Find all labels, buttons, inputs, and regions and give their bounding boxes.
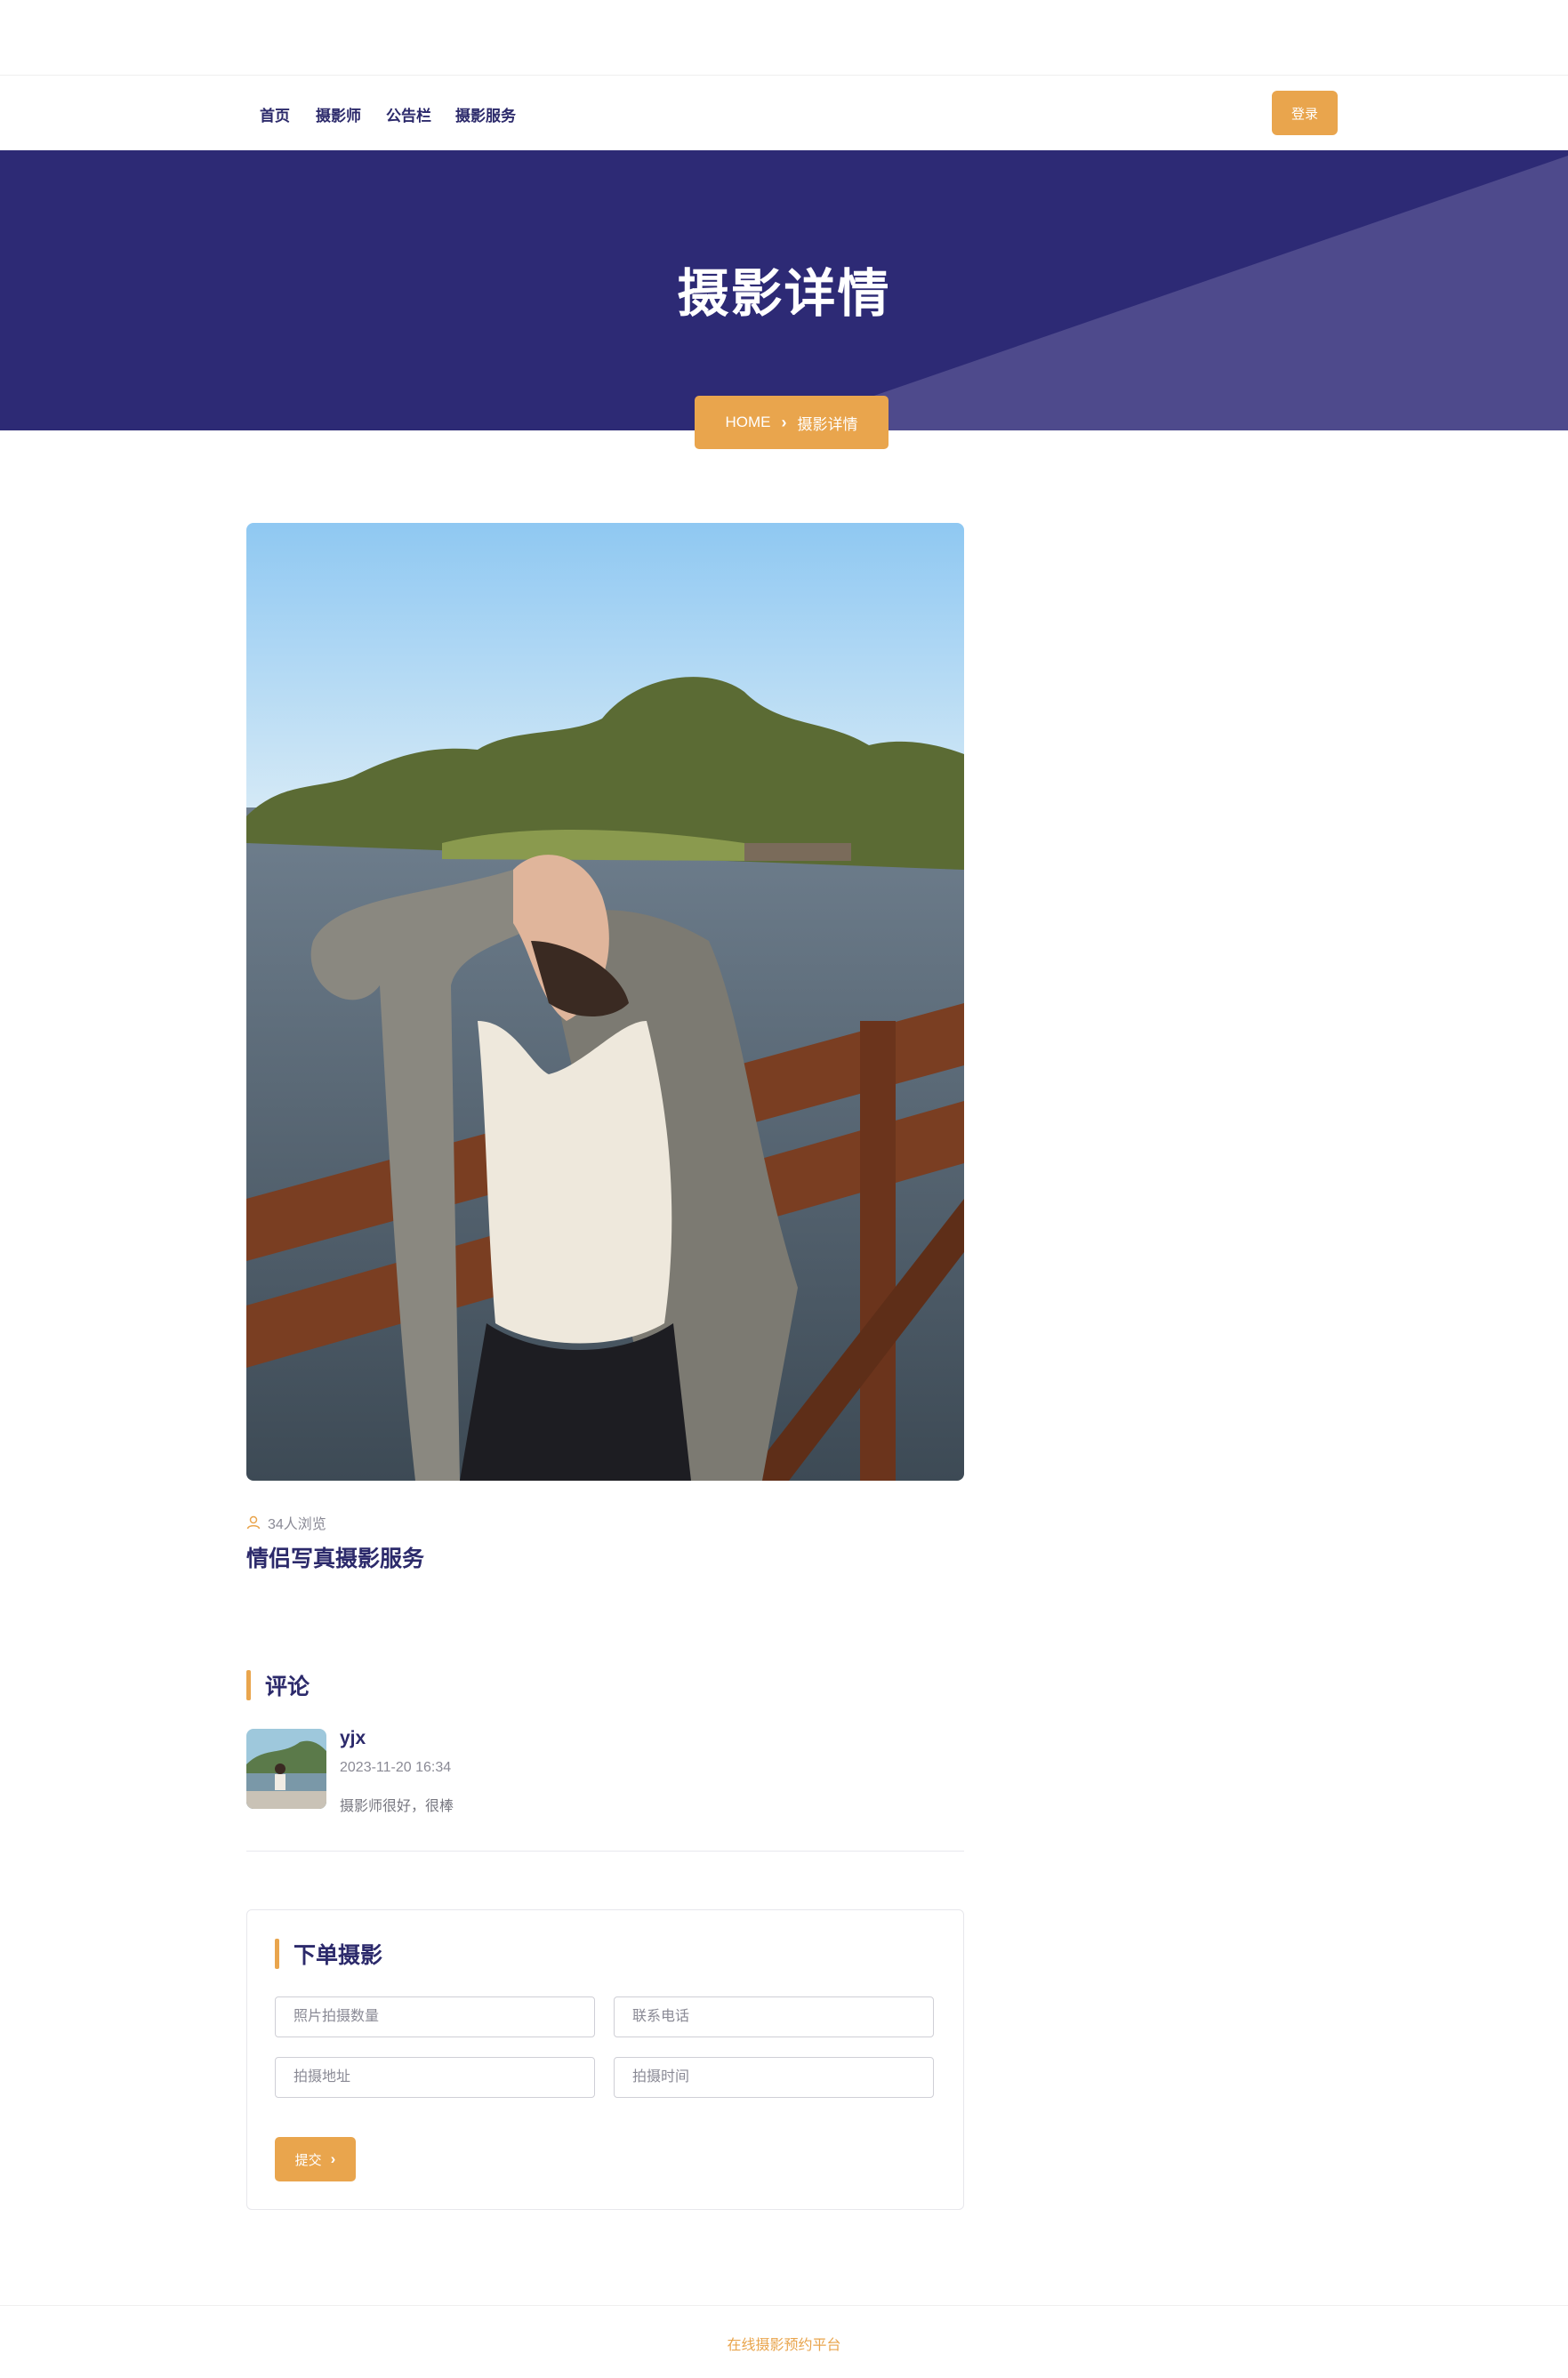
- service-title: 情侣写真摄影服务: [246, 1547, 425, 1571]
- nav-item-home[interactable]: 首页: [260, 103, 290, 125]
- shoot-time-input[interactable]: [614, 2057, 934, 2098]
- service-photo-image: [246, 523, 964, 1481]
- phone-input[interactable]: [614, 1996, 934, 2037]
- footer-text: 在线摄影预约平台: [727, 2338, 841, 2353]
- breadcrumb-home-link[interactable]: HOME: [726, 414, 771, 431]
- order-heading-text: 下单摄影: [293, 1943, 383, 1968]
- top-bar: [0, 0, 1568, 76]
- comment-text: 摄影师很好，很棒: [340, 1799, 454, 1814]
- nav-item-photographers[interactable]: 摄影师: [316, 103, 361, 125]
- heading-accent-bar: [275, 1939, 279, 1969]
- nav-item-notice-board[interactable]: 公告栏: [386, 103, 431, 125]
- submit-button[interactable]: 提交 ›: [275, 2137, 356, 2181]
- breadcrumb-current: 摄影详情: [797, 415, 858, 433]
- divider: [246, 1851, 964, 1852]
- address-input[interactable]: [275, 2057, 595, 2098]
- comment-username: yjx: [340, 1728, 366, 1748]
- heading-accent-bar: [246, 1670, 251, 1700]
- photo-quantity-input[interactable]: [275, 1996, 595, 2037]
- view-count-text: 34人浏览: [268, 1517, 326, 1532]
- comment-date: 2023-11-20 16:34: [340, 1760, 452, 1775]
- comments-heading: 评论: [246, 1669, 310, 1701]
- login-button[interactable]: 登录: [1272, 91, 1338, 135]
- page-title: 摄影详情: [677, 265, 891, 323]
- nav-item-photo-services[interactable]: 摄影服务: [455, 103, 516, 125]
- view-count: 34人浏览: [246, 1512, 326, 1533]
- chevron-right-icon: ›: [330, 2150, 336, 2167]
- user-icon: [246, 1515, 261, 1530]
- avatar-image: [246, 1729, 326, 1809]
- submit-button-label: 提交: [294, 2152, 322, 2168]
- avatar: [246, 1729, 326, 1809]
- comments-heading-text: 评论: [265, 1675, 310, 1699]
- chevron-right-icon: ›: [781, 413, 787, 431]
- order-heading: 下单摄影: [275, 1938, 382, 1970]
- breadcrumb: HOME › 摄影详情: [695, 396, 889, 449]
- service-photo: [246, 523, 964, 1481]
